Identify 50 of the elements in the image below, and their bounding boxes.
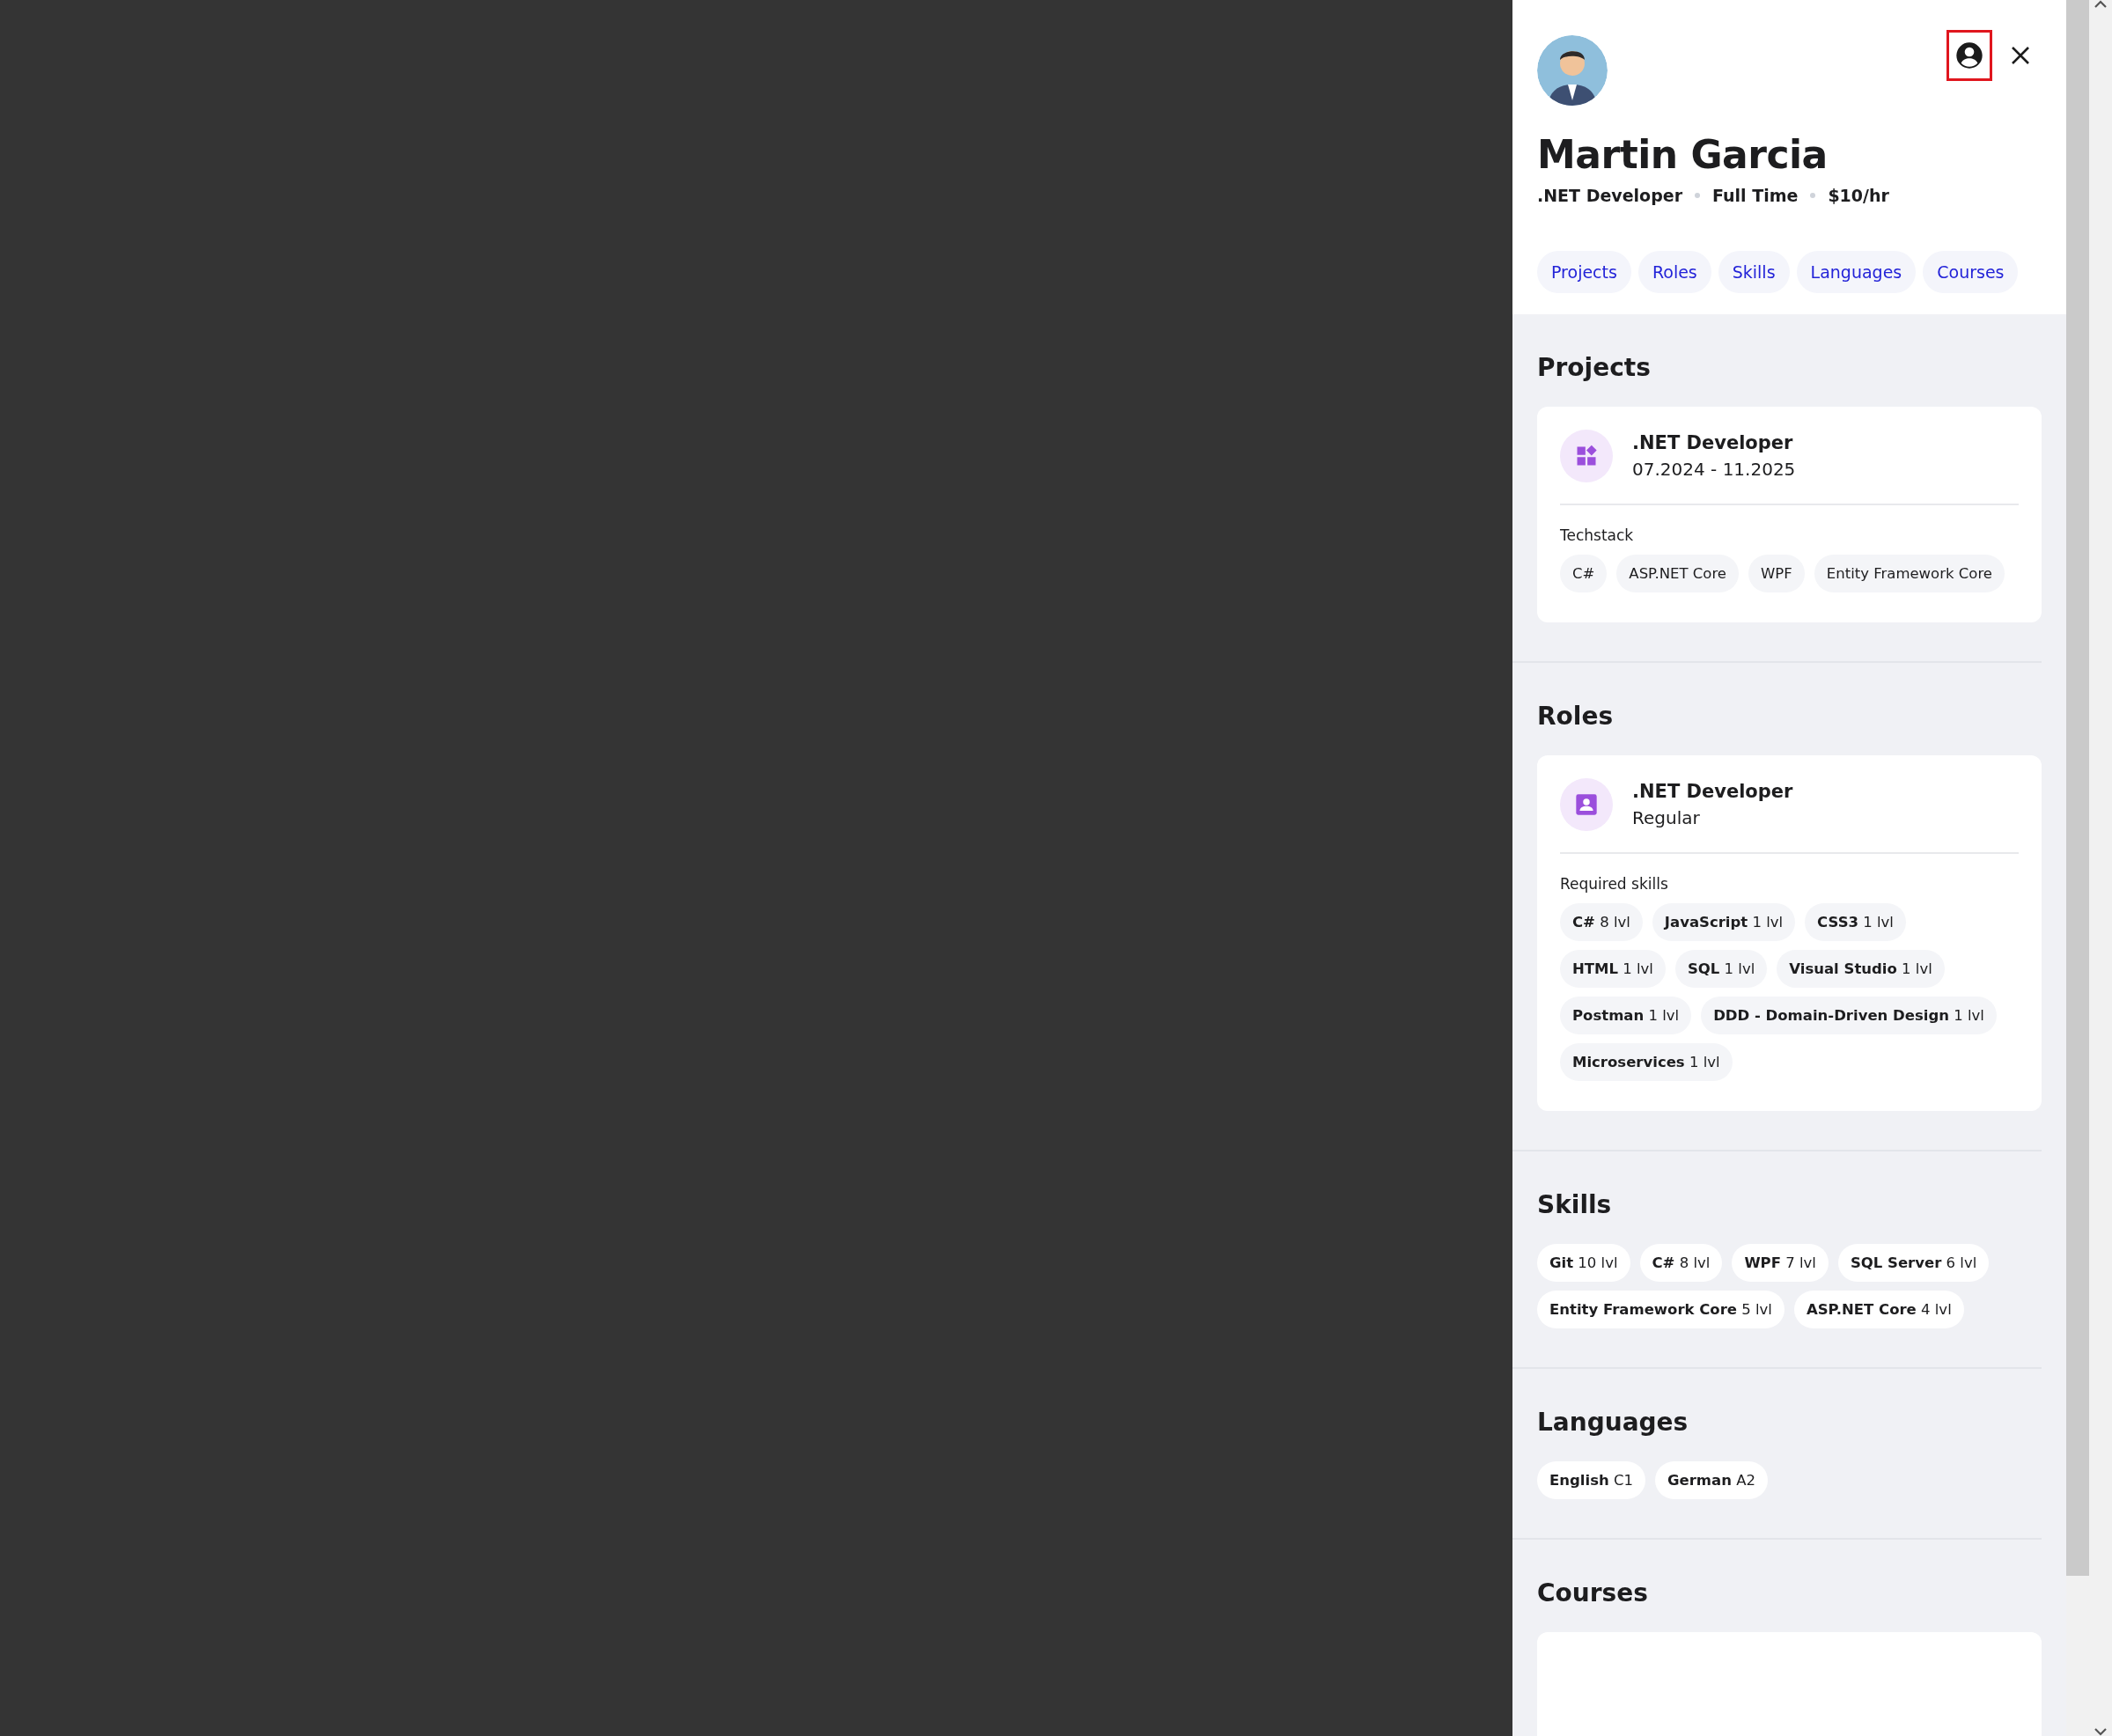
scroll-up-icon[interactable]: [2094, 0, 2108, 9]
close-icon: [2011, 46, 2030, 65]
skill-tag: WPF: [1748, 555, 1805, 592]
section-title: Projects: [1537, 353, 1652, 382]
section-link[interactable]: Courses: [1923, 251, 2019, 293]
skill-tag: C# 8 lvl: [1639, 1244, 1723, 1282]
skill-tag: Postman 1 lvl: [1560, 997, 1692, 1034]
separator-dot: [1810, 193, 1816, 198]
list-label: Required skills: [1560, 875, 1669, 893]
user-circle-icon: [1955, 41, 1983, 70]
profile-button[interactable]: [1946, 30, 1992, 81]
skill-tag: C# 8 lvl: [1560, 903, 1643, 941]
section-title: Roles: [1537, 702, 1615, 731]
scrollbar-thumb[interactable]: [2066, 0, 2089, 1576]
skill-tag: HTML 1 lvl: [1560, 950, 1666, 988]
card-subtitle: 07.2024 - 11.2025: [1632, 459, 1796, 480]
section-link[interactable]: Roles: [1637, 251, 1711, 293]
skill-tag: ASP.NET Core: [1616, 555, 1740, 592]
card-title: .NET Developer: [1632, 781, 1793, 802]
scroll-down-icon[interactable]: [2094, 1727, 2108, 1736]
section-link[interactable]: Languages: [1796, 251, 1917, 293]
contact-card-icon: [1574, 792, 1599, 817]
skill-tag: CSS3 1 lvl: [1805, 903, 1906, 941]
separator-dot: [1695, 193, 1701, 198]
skill-tag: German A2: [1655, 1461, 1768, 1499]
skill-tag: WPF 7 lvl: [1732, 1244, 1829, 1282]
card-title: .NET Developer: [1632, 432, 1794, 453]
skill-tag: Entity Framework Core: [1814, 555, 2005, 592]
section-link[interactable]: Skills: [1718, 251, 1790, 293]
person-name: Martin Garcia: [1537, 132, 1829, 177]
list-label: Techstack: [1560, 526, 1635, 544]
skill-tag: JavaScript 1 lvl: [1652, 903, 1796, 941]
skill-tag: C#: [1560, 555, 1608, 592]
skill-tag: Visual Studio 1 lvl: [1777, 950, 1945, 988]
section-title: Skills: [1537, 1190, 1613, 1219]
skill-tag: SQL Server 6 lvl: [1837, 1244, 1990, 1282]
section-title: Courses: [1537, 1578, 1649, 1607]
section-link[interactable]: Projects: [1537, 251, 1631, 293]
profile-detail: .NET Developer: [1537, 186, 1683, 205]
skill-tag: DDD - Domain-Driven Design 1 lvl: [1701, 997, 1997, 1034]
profile-detail: $10/hr: [1828, 186, 1889, 205]
skill-tag: ASP.NET Core 4 lvl: [1793, 1291, 1964, 1328]
skill-tag: Git 10 lvl: [1537, 1244, 1630, 1282]
skill-tag: English C1: [1537, 1461, 1645, 1499]
profile-detail: Full Time: [1712, 186, 1799, 205]
card-subtitle: Regular: [1632, 807, 1701, 828]
skill-tag: Microservices 1 lvl: [1560, 1043, 1733, 1081]
skill-tag: SQL 1 lvl: [1674, 950, 1768, 988]
section-title: Languages: [1537, 1408, 1689, 1437]
skill-tag: Entity Framework Core 5 lvl: [1537, 1291, 1785, 1328]
